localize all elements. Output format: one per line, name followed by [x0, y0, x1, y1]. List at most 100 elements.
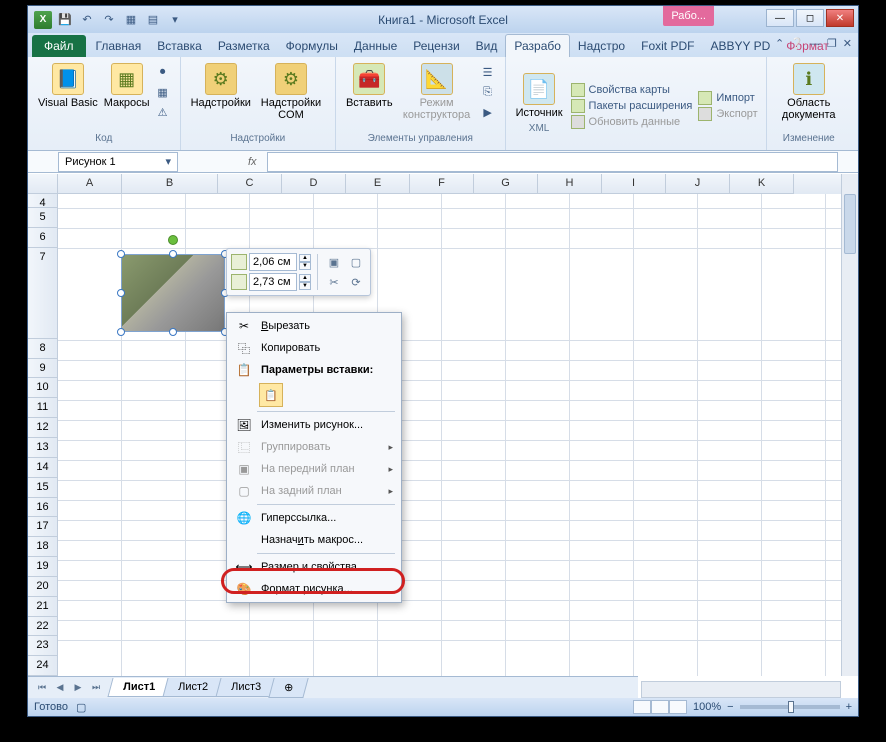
tab-data[interactable]: Данные	[346, 35, 405, 57]
visual-basic-button[interactable]: 📘Visual Basic	[36, 61, 100, 121]
row-header[interactable]: 5	[28, 208, 58, 228]
import-button[interactable]: Импорт	[698, 91, 757, 105]
doc-close-icon[interactable]: ✕	[843, 37, 852, 50]
tab-file[interactable]: Файл	[32, 35, 86, 57]
name-box[interactable]: Рисунок 1▾	[58, 152, 178, 172]
width-input[interactable]	[249, 273, 297, 291]
vertical-scrollbar[interactable]	[841, 174, 858, 676]
row-header[interactable]: 17	[28, 517, 58, 537]
resize-handle[interactable]	[169, 250, 177, 258]
tab-developer[interactable]: Разрабо	[505, 34, 570, 57]
zoom-out-button[interactable]: −	[727, 701, 733, 713]
view-break-button[interactable]	[669, 700, 687, 714]
minimize-button[interactable]: —	[766, 9, 794, 27]
menu-format-picture[interactable]: 🎨Формат рисунка...	[229, 578, 399, 600]
zoom-level[interactable]: 100%	[693, 701, 721, 713]
formula-input[interactable]	[267, 152, 838, 172]
col-header[interactable]: A	[58, 174, 122, 194]
bring-front-icon[interactable]: ▣	[324, 253, 344, 271]
qat-dropdown-icon[interactable]: ▾	[166, 11, 184, 29]
ribbon-minimize-icon[interactable]: ⌃	[775, 37, 784, 50]
save-icon[interactable]: 💾	[56, 11, 74, 29]
row-header[interactable]: 22	[28, 617, 58, 637]
col-header[interactable]: I	[602, 174, 666, 194]
col-header[interactable]: F	[410, 174, 474, 194]
zoom-slider[interactable]	[740, 705, 840, 709]
sheet-tab[interactable]: Лист2	[163, 678, 224, 697]
resize-handle[interactable]	[117, 328, 125, 336]
refresh-data-button[interactable]: Обновить данные	[571, 115, 693, 129]
col-header[interactable]: H	[538, 174, 602, 194]
addins-button[interactable]: ⚙Надстройки	[189, 61, 253, 123]
insert-control-button[interactable]: 🧰Вставить	[344, 61, 395, 123]
col-header[interactable]: C	[218, 174, 282, 194]
row-header[interactable]: 14	[28, 458, 58, 478]
row-header[interactable]: 7	[28, 248, 58, 339]
xml-source-button[interactable]: 📄Источник	[514, 71, 565, 121]
tab-addins[interactable]: Надстро	[570, 35, 633, 57]
tab-insert[interactable]: Вставка	[149, 35, 210, 57]
scrollbar-thumb[interactable]	[844, 194, 856, 254]
relative-ref-icon[interactable]: ▦	[154, 83, 172, 101]
doc-minimize-icon[interactable]: —	[810, 38, 821, 50]
view-layout-button[interactable]	[651, 700, 669, 714]
row-header[interactable]: 6	[28, 228, 58, 248]
export-button[interactable]: Экспорт	[698, 107, 757, 121]
col-header[interactable]: G	[474, 174, 538, 194]
expansion-packs-button[interactable]: Пакеты расширения	[571, 99, 693, 113]
menu-size-properties[interactable]: ⟷Размер и свойства...	[229, 556, 399, 578]
row-header[interactable]: 19	[28, 557, 58, 577]
sheet-tab[interactable]: Лист3	[216, 678, 277, 697]
new-sheet-button[interactable]: ⊕	[268, 678, 309, 698]
tab-abbyy[interactable]: ABBYY PD	[702, 35, 778, 57]
undo-icon[interactable]: ↶	[78, 11, 96, 29]
row-header[interactable]: 4	[28, 194, 58, 208]
spin-up[interactable]: ▲	[299, 274, 311, 282]
menu-change-picture[interactable]: 🖼Изменить рисунок...	[229, 414, 399, 436]
com-addins-button[interactable]: ⚙Надстройки COM	[255, 61, 327, 123]
macros-button[interactable]: ▦Макросы	[102, 61, 152, 121]
row-header[interactable]: 24	[28, 656, 58, 676]
spin-up[interactable]: ▲	[299, 254, 311, 262]
horizontal-scrollbar[interactable]	[641, 681, 841, 698]
cells[interactable]: ▲▼ ▲▼ ▣ ▢	[58, 194, 858, 676]
send-back-icon[interactable]: ▢	[346, 253, 366, 271]
spin-down[interactable]: ▼	[299, 262, 311, 270]
resize-handle[interactable]	[169, 328, 177, 336]
menu-assign-macro[interactable]: Назначить макрос...	[229, 529, 399, 551]
row-header[interactable]: 21	[28, 597, 58, 617]
col-header[interactable]: K	[730, 174, 794, 194]
sheet-nav-last[interactable]: ⏭	[88, 680, 104, 696]
row-header[interactable]: 15	[28, 478, 58, 498]
height-input[interactable]	[249, 253, 297, 271]
close-button[interactable]: ✕	[826, 9, 854, 27]
row-header[interactable]: 20	[28, 577, 58, 597]
row-header[interactable]: 11	[28, 398, 58, 418]
design-mode-button[interactable]: 📐Режим конструктора	[397, 61, 477, 123]
resize-handle[interactable]	[117, 250, 125, 258]
zoom-knob[interactable]	[788, 701, 794, 713]
row-header[interactable]: 16	[28, 498, 58, 518]
menu-copy[interactable]: ⿻Копировать	[229, 337, 399, 359]
col-header[interactable]: B	[122, 174, 218, 194]
doc-restore-icon[interactable]: ❐	[827, 37, 837, 50]
view-normal-button[interactable]	[633, 700, 651, 714]
rotate-handle[interactable]	[168, 235, 178, 245]
tab-foxit[interactable]: Foxit PDF	[633, 35, 702, 57]
resize-handle[interactable]	[117, 289, 125, 297]
col-header[interactable]: J	[666, 174, 730, 194]
view-code-icon[interactable]: ⎘	[479, 83, 497, 101]
rotate-icon[interactable]: ⟳	[346, 273, 366, 291]
macro-security-icon[interactable]: ⚠	[154, 103, 172, 121]
tab-layout[interactable]: Разметка	[210, 35, 278, 57]
row-header[interactable]: 8	[28, 339, 58, 359]
properties-icon[interactable]: ☰	[479, 63, 497, 81]
document-panel-button[interactable]: ℹОбласть документа	[775, 61, 843, 123]
select-all-corner[interactable]	[28, 174, 58, 194]
sheet-nav-next[interactable]: ▶	[70, 680, 86, 696]
record-macro-icon[interactable]: ⏺	[154, 63, 172, 81]
fx-icon[interactable]: fx	[248, 156, 257, 168]
row-header[interactable]: 9	[28, 359, 58, 379]
tab-view[interactable]: Вид	[468, 35, 506, 57]
maximize-button[interactable]: ◻	[796, 9, 824, 27]
